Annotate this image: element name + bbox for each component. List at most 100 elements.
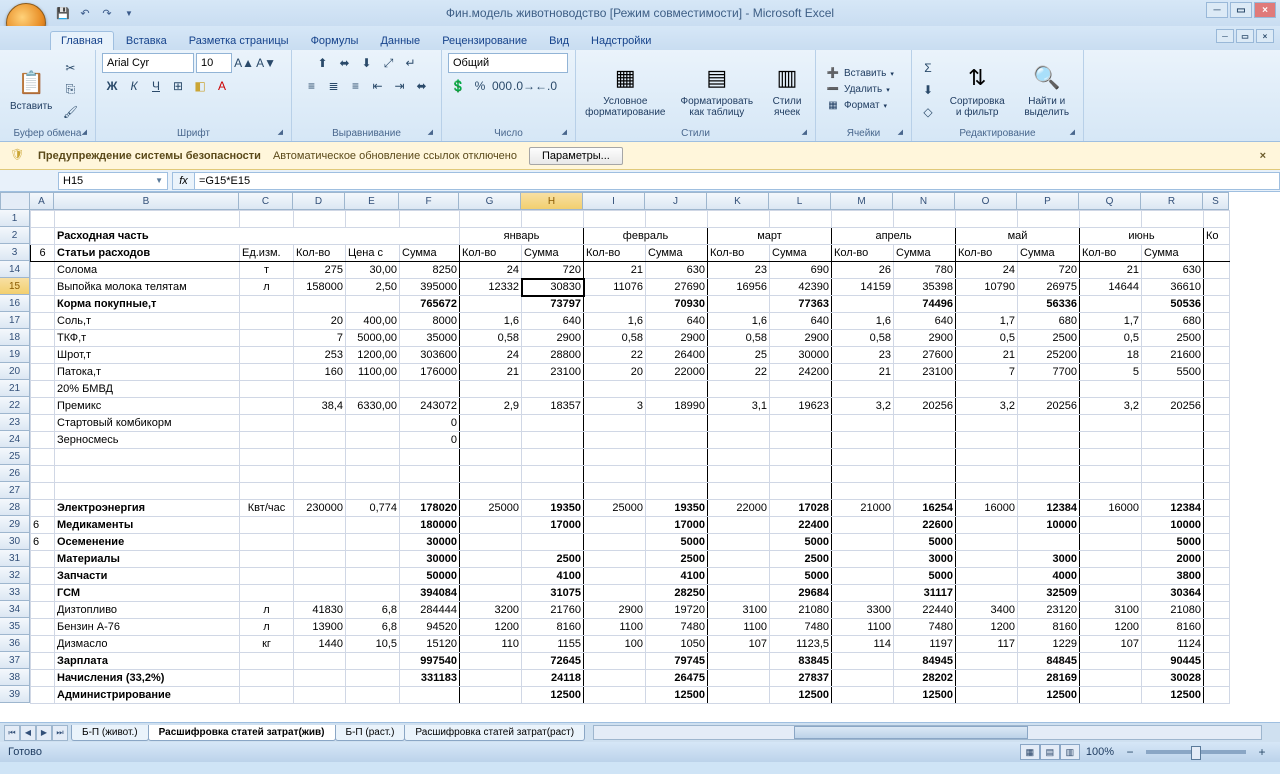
cell[interactable]: 1100,00 [346, 364, 400, 381]
cell[interactable] [294, 585, 346, 602]
cell[interactable] [31, 398, 55, 415]
cell[interactable] [460, 551, 522, 568]
cell[interactable]: 27690 [646, 279, 708, 296]
cell[interactable]: 2500 [1018, 330, 1080, 347]
cell[interactable] [584, 381, 646, 398]
cell[interactable]: 14159 [832, 279, 894, 296]
cell[interactable] [1080, 415, 1142, 432]
format-as-table-button[interactable]: ▤Форматировать как таблицу [673, 60, 761, 120]
cell[interactable]: 35000 [400, 330, 460, 347]
cell[interactable]: Бензин А-76 [55, 619, 240, 636]
row-header[interactable]: 2 [0, 227, 30, 244]
cell[interactable] [1204, 347, 1230, 364]
chevron-down-icon[interactable]: ▼ [155, 176, 163, 185]
cell[interactable]: 19720 [646, 602, 708, 619]
cell[interactable]: 1100 [584, 619, 646, 636]
font-color-button[interactable]: A [212, 76, 232, 96]
cell[interactable] [646, 381, 708, 398]
cell[interactable]: 400,00 [346, 313, 400, 330]
cell[interactable]: 20256 [1142, 398, 1204, 415]
cell[interactable] [346, 534, 400, 551]
cell[interactable] [400, 483, 460, 500]
cell[interactable]: Дизтопливо [55, 602, 240, 619]
horizontal-scrollbar[interactable] [593, 725, 1262, 740]
cell[interactable] [1204, 585, 1230, 602]
cell[interactable] [522, 449, 584, 466]
cell[interactable]: 31075 [522, 585, 584, 602]
cell[interactable] [31, 330, 55, 347]
cell[interactable]: 11076 [584, 279, 646, 296]
sort-filter-button[interactable]: ⇅Сортировка и фильтр [942, 60, 1012, 120]
sheet-first-button[interactable]: ⏮ [4, 725, 20, 741]
view-normal-button[interactable]: ▦ [1020, 744, 1040, 760]
cell[interactable] [956, 296, 1018, 313]
cell[interactable] [55, 211, 240, 228]
copy-icon[interactable]: ⎘ [60, 80, 80, 100]
cell[interactable]: 284444 [400, 602, 460, 619]
cell[interactable]: 10000 [1018, 517, 1080, 534]
cell[interactable]: Запчасти [55, 568, 240, 585]
cell[interactable] [240, 653, 294, 670]
clear-icon[interactable]: ◇ [918, 102, 938, 122]
cell[interactable]: 0 [400, 432, 460, 449]
cell[interactable] [460, 585, 522, 602]
cell[interactable]: 331183 [400, 670, 460, 687]
cell[interactable]: 25200 [1018, 347, 1080, 364]
cell[interactable]: 5500 [1142, 364, 1204, 381]
cell[interactable]: 640 [894, 313, 956, 330]
cell[interactable]: 5000 [894, 568, 956, 585]
cell[interactable]: 2500 [1142, 330, 1204, 347]
cell[interactable] [294, 551, 346, 568]
cell[interactable] [770, 381, 832, 398]
cell[interactable]: 72645 [522, 653, 584, 670]
align-top-icon[interactable]: ⬆ [313, 53, 333, 73]
cell[interactable] [1204, 602, 1230, 619]
cell[interactable] [240, 347, 294, 364]
cell[interactable] [346, 466, 400, 483]
column-header[interactable]: B [54, 192, 239, 210]
cell[interactable]: 26400 [646, 347, 708, 364]
cell[interactable] [1018, 534, 1080, 551]
cell[interactable] [294, 568, 346, 585]
cell[interactable]: Премикс [55, 398, 240, 415]
cell[interactable]: 0,774 [346, 500, 400, 517]
cell[interactable] [1204, 636, 1230, 653]
increase-decimal-icon[interactable]: .0→ [514, 76, 534, 96]
cell[interactable] [240, 432, 294, 449]
cell[interactable]: 7480 [894, 619, 956, 636]
cell[interactable]: 17000 [646, 517, 708, 534]
cell[interactable] [31, 211, 55, 228]
row-header[interactable]: 34 [0, 601, 30, 618]
name-box[interactable]: H15 ▼ [58, 172, 168, 190]
column-header[interactable]: N [893, 192, 955, 210]
cell[interactable]: 23 [832, 347, 894, 364]
cell[interactable]: 12384 [1142, 500, 1204, 517]
number-format-select[interactable] [448, 53, 568, 73]
column-header[interactable]: R [1141, 192, 1203, 210]
cell[interactable]: 8000 [400, 313, 460, 330]
cell[interactable]: 2500 [522, 551, 584, 568]
cell[interactable] [1204, 517, 1230, 534]
cell[interactable] [894, 381, 956, 398]
cut-icon[interactable]: ✂ [60, 58, 80, 78]
cell[interactable]: 1155 [522, 636, 584, 653]
cell[interactable] [646, 466, 708, 483]
cell[interactable]: 15120 [400, 636, 460, 653]
currency-icon[interactable]: 💲 [448, 76, 468, 96]
cell[interactable]: 21080 [770, 602, 832, 619]
cell[interactable] [522, 483, 584, 500]
cell[interactable]: 20256 [894, 398, 956, 415]
cell[interactable] [240, 449, 294, 466]
cell[interactable] [1142, 381, 1204, 398]
row-header[interactable]: 22 [0, 397, 30, 414]
cell[interactable] [294, 432, 346, 449]
cell[interactable] [31, 347, 55, 364]
row-header[interactable]: 25 [0, 448, 30, 465]
cell[interactable] [1142, 415, 1204, 432]
cell[interactable]: 22000 [708, 500, 770, 517]
italic-button[interactable]: К [124, 76, 144, 96]
cell[interactable]: 5000,00 [346, 330, 400, 347]
cell[interactable] [894, 483, 956, 500]
cell[interactable]: Начисления (33,2%) [55, 670, 240, 687]
save-icon[interactable]: 💾 [54, 4, 72, 22]
